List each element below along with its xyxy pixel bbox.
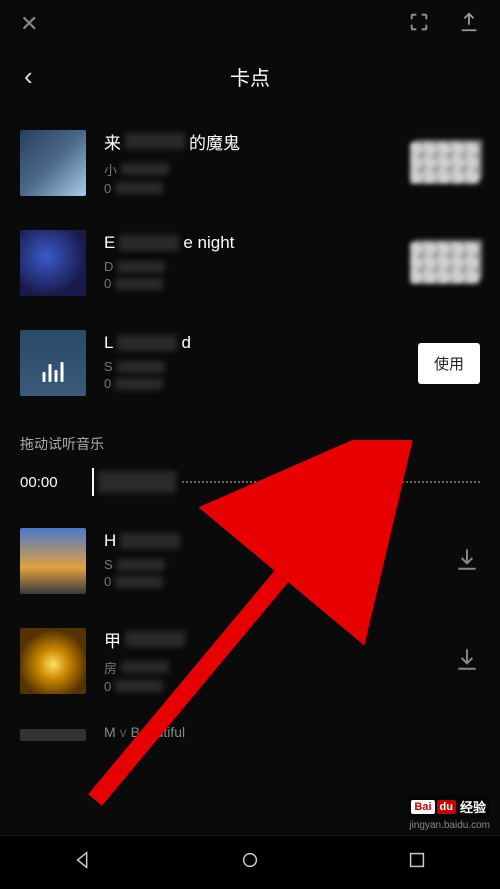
track-list-2: H S 0 甲 房 0 Mv Beautiful	[0, 524, 500, 746]
nav-home-icon[interactable]	[239, 849, 261, 876]
track-list: 来的魔鬼 小 0 Ee night D 0 Ld S 0 使用	[0, 104, 500, 400]
track-row[interactable]: 来的魔鬼 小 0	[20, 126, 480, 200]
track-info: H S 0	[86, 531, 442, 591]
track-row[interactable]: 甲 房 0	[20, 624, 480, 698]
track-action[interactable]	[410, 142, 480, 184]
top-bar: ✕	[0, 0, 500, 48]
back-icon[interactable]: ‹	[24, 61, 33, 92]
album-art	[20, 230, 86, 296]
android-nav	[0, 835, 500, 889]
track-row[interactable]: H S 0	[20, 524, 480, 598]
album-art	[20, 130, 86, 196]
expand-icon[interactable]	[408, 11, 430, 38]
track-info: Mv Beautiful	[86, 724, 480, 746]
download-icon[interactable]	[454, 646, 480, 677]
nav-recent-icon[interactable]	[406, 849, 428, 876]
album-art	[20, 330, 86, 396]
track-row-selected[interactable]: Ld S 0 使用	[20, 326, 480, 400]
header: ‹ 卡点	[0, 48, 500, 104]
track-info: Ee night D 0	[86, 233, 398, 293]
upload-icon[interactable]	[458, 11, 480, 38]
track-row[interactable]: Mv Beautiful	[20, 724, 480, 746]
track-info: 来的魔鬼 小 0	[86, 129, 398, 198]
track-action[interactable]	[410, 242, 480, 284]
page-title: 卡点	[230, 62, 270, 91]
download-icon[interactable]	[454, 546, 480, 577]
track-info: 甲 房 0	[86, 627, 442, 696]
album-art	[20, 628, 86, 694]
watermark: Baidu 经验 jingyan.baidu.com	[407, 795, 490, 831]
scrub-label: 拖动试听音乐	[0, 426, 500, 468]
playing-indicator	[43, 362, 64, 382]
album-art	[20, 528, 86, 594]
nav-back-icon[interactable]	[72, 849, 94, 876]
scrub-handle[interactable]	[92, 468, 94, 496]
scrub-time: 00:00	[20, 474, 76, 491]
scrub-row: 00:00	[0, 468, 500, 524]
close-icon[interactable]: ✕	[20, 11, 38, 37]
use-button[interactable]: 使用	[418, 343, 480, 384]
album-art	[20, 729, 86, 741]
track-row[interactable]: Ee night D 0	[20, 226, 480, 300]
scrub-track[interactable]	[92, 468, 480, 496]
track-info: Ld S 0	[86, 333, 406, 393]
